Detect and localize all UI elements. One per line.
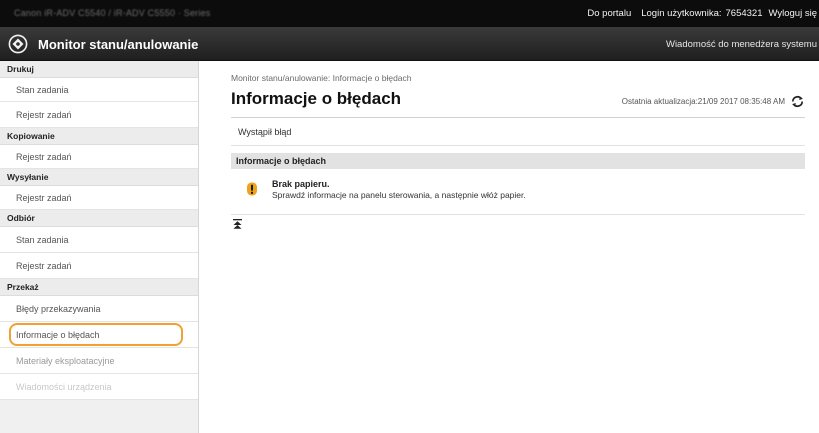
top-links: Do portalu Login użytkownika: 7654321 Wy… [577, 8, 817, 19]
top-bar: Canon iR-ADV C5540 / iR-ADV C5550 · Seri… [0, 0, 819, 27]
main-content: Monitor stanu/anulowanie: Informacje o b… [200, 61, 819, 433]
sidebar-item-forwarding-errors[interactable]: Błędy przekazywania [0, 296, 198, 322]
sidebar-group-send: Wysyłanie [0, 169, 198, 186]
login-value: 7654321 [725, 8, 763, 19]
device-name: Canon iR-ADV C5540 / iR-ADV C5550 · Seri… [14, 8, 211, 18]
message-to-admin-link[interactable]: Wiadomość do menedżera systemu [666, 39, 817, 50]
sidebar-item-device-messages[interactable]: Wiadomości urządzenia [0, 374, 198, 400]
section-header: Informacje o błędach [231, 153, 805, 169]
sidebar-group-forward: Przekaż [0, 279, 198, 296]
error-title: Brak papieru. [272, 179, 330, 189]
app-bar: Monitor stanu/anulowanie Wiadomość do me… [0, 27, 819, 61]
page-title: Informacje o błędach [231, 89, 402, 108]
divider [231, 214, 805, 215]
error-description: Sprawdź informacje na panelu sterowania,… [272, 190, 526, 200]
sidebar-item-receive-job-status[interactable]: Stan zadania [0, 227, 198, 253]
app-title: Monitor stanu/anulowanie [38, 37, 199, 52]
error-status-text: Wystąpił błąd [238, 127, 292, 137]
sidebar-group-copy: Kopiowanie [0, 128, 198, 145]
sidebar-item-consumables[interactable]: Materiały eksploatacyjne [0, 348, 198, 374]
login-label: Login użytkownika: [641, 8, 722, 19]
logout-link[interactable]: Wyloguj się [769, 8, 818, 19]
sidebar-item-send-job-log[interactable]: Rejestr zadań [0, 186, 198, 210]
status-monitor-icon [8, 34, 28, 54]
to-top-icon[interactable] [233, 219, 242, 229]
refresh-icon[interactable] [790, 94, 805, 109]
sidebar-item-print-job-log[interactable]: Rejestr zadań [0, 102, 198, 128]
sidebar-item-error-information[interactable]: Informacje o błędach [0, 322, 198, 348]
sidebar-item-receive-job-log[interactable]: Rejestr zadań [0, 253, 198, 279]
portal-link[interactable]: Do portalu [587, 8, 631, 19]
sidebar-item-copy-job-log[interactable]: Rejestr zadań [0, 145, 198, 169]
sidebar-group-receive: Odbiór [0, 210, 198, 227]
last-update: Ostatnia aktualizacja:21/09 2017 08:35:4… [621, 97, 785, 106]
sidebar-item-print-job-status[interactable]: Stan zadania [0, 78, 198, 102]
divider [231, 117, 805, 118]
warning-icon [247, 182, 257, 196]
sidebar-group-print: Drukuj [0, 61, 198, 78]
divider [231, 145, 805, 146]
breadcrumb: Monitor stanu/anulowanie: Informacje o b… [231, 73, 412, 83]
sidebar: Drukuj Stan zadania Rejestr zadań Kopiow… [0, 61, 199, 433]
